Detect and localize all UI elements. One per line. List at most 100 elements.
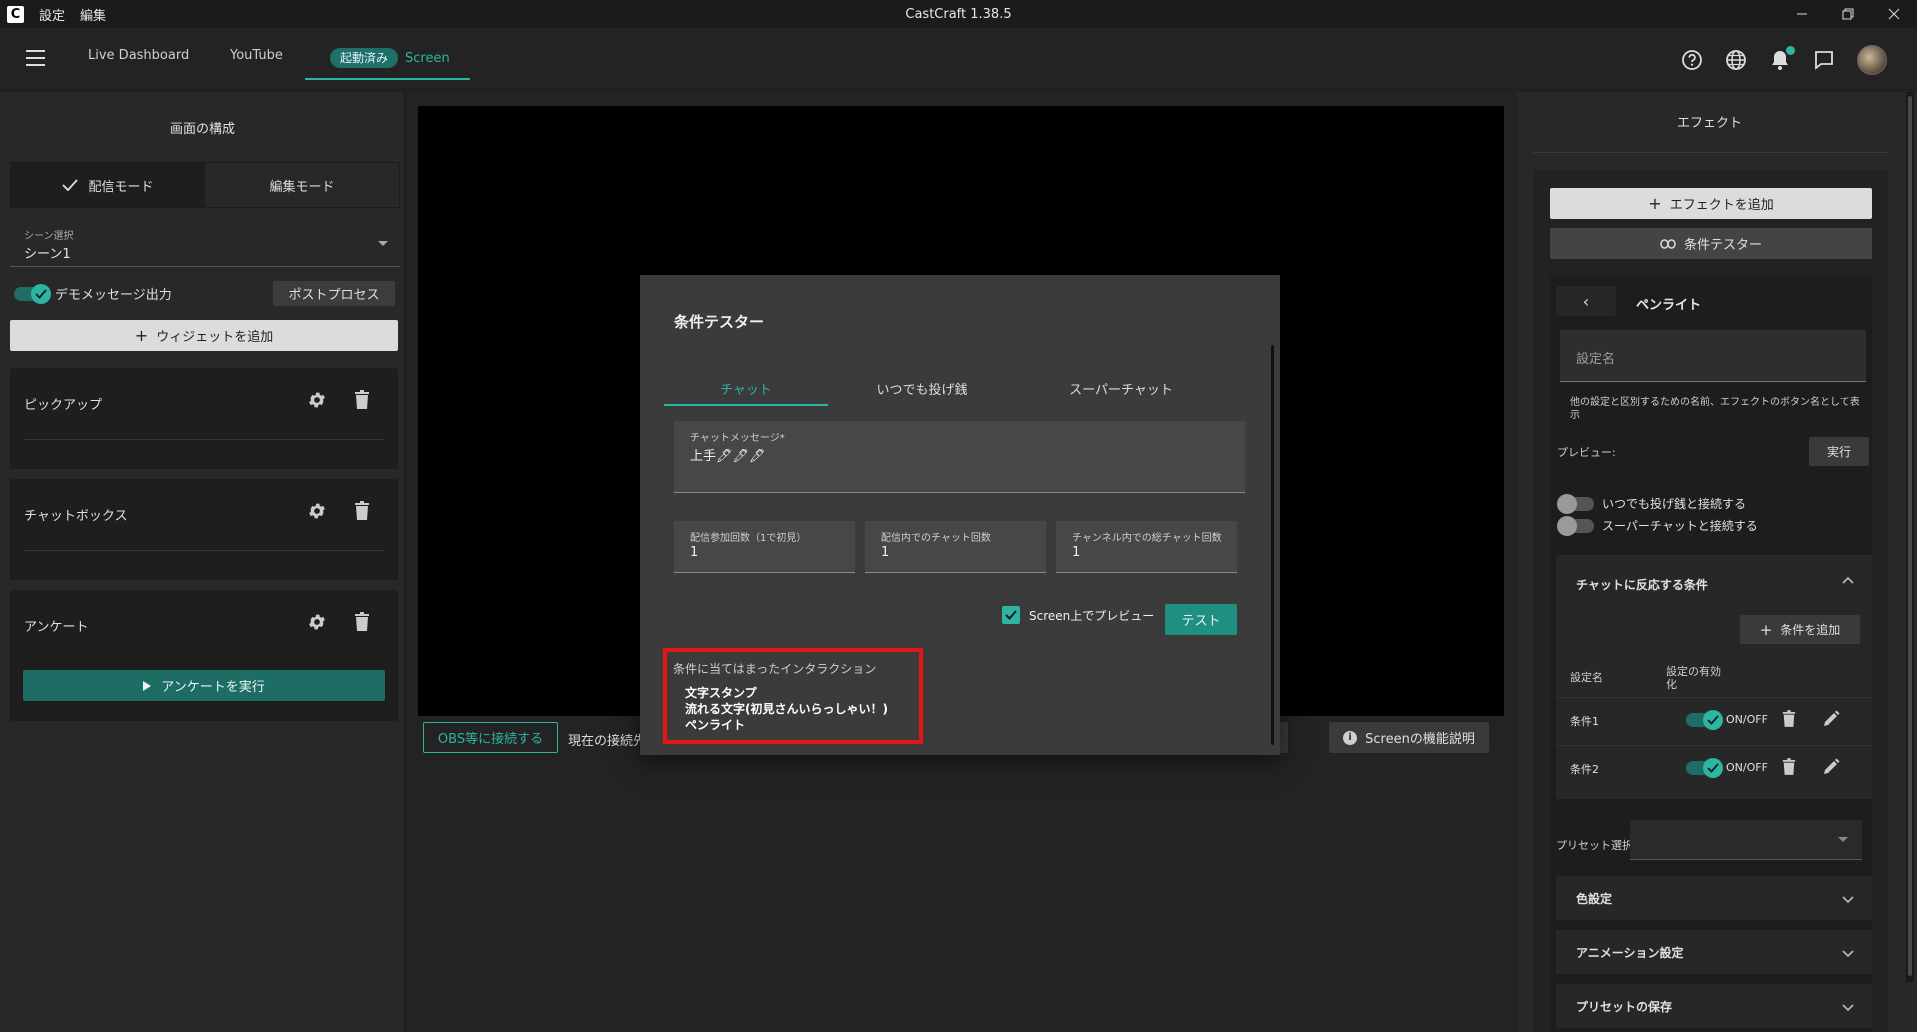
menu-edit[interactable]: 編集 — [80, 5, 106, 24]
add-effect-button[interactable]: + エフェクトを追加 — [1550, 188, 1872, 219]
restore-icon[interactable] — [1825, 0, 1871, 28]
tab-youtube[interactable]: YouTube — [230, 48, 283, 63]
stream-chat-count-field[interactable]: 配信内でのチャット回数 1 — [865, 521, 1046, 573]
matched-item: ペンライト — [685, 718, 746, 732]
gear-icon[interactable] — [307, 390, 327, 410]
plus-icon: + — [1759, 620, 1773, 639]
tab-chat[interactable]: チャット — [664, 379, 828, 398]
chevron-up-icon[interactable] — [1842, 575, 1854, 587]
screen-help-button[interactable]: i Screenの機能説明 — [1329, 722, 1489, 753]
divider — [24, 439, 384, 440]
tab-live-dashboard[interactable]: Live Dashboard — [88, 48, 189, 63]
channel-chat-count-label: チャンネル内での総チャット回数 — [1072, 533, 1222, 544]
edit-mode-button[interactable]: 編集モード — [205, 163, 399, 207]
channel-chat-count-field[interactable]: チャンネル内での総チャット回数 1 — [1056, 521, 1237, 573]
trash-icon[interactable] — [1782, 710, 1796, 728]
scene-select[interactable]: シーン選択 シーン1 — [10, 219, 400, 267]
trash-icon[interactable] — [354, 390, 370, 410]
stream-chat-count-value: 1 — [881, 545, 890, 560]
accordion-animation[interactable]: アニメーション設定 — [1556, 930, 1872, 974]
link-superchat-label: スーパーチャットと接続する — [1602, 519, 1758, 533]
accordion-preset-save[interactable]: プリセットの保存 — [1556, 984, 1872, 1028]
screen-preview-option: Screen上でプレビュー — [1002, 606, 1154, 624]
widget-name: チャットボックス — [24, 509, 128, 524]
stream-mode-button[interactable]: 配信モード — [11, 163, 205, 207]
widget-card-pickup[interactable]: ピックアップ — [10, 368, 398, 469]
chat-message-label: チャットメッセージ* — [690, 433, 785, 444]
right-panel: エフェクト + エフェクトを追加 条件テスター ‹ ペンライト 設定名 他の設定… — [1517, 92, 1917, 1032]
participation-count-field[interactable]: 配信参加回数（1で初見） 1 — [674, 521, 855, 573]
chat-icon[interactable] — [1813, 49, 1835, 71]
chevron-down-icon — [1842, 1004, 1854, 1012]
accordion-color[interactable]: 色設定 — [1556, 876, 1872, 920]
run-preview-button[interactable]: 実行 — [1809, 437, 1869, 466]
title-bar: C 設定 編集 CastCraft 1.38.5 — [0, 0, 1917, 28]
add-condition-button[interactable]: + 条件を追加 — [1740, 615, 1860, 644]
notifications[interactable] — [1769, 46, 1795, 71]
chevron-down-icon — [1842, 950, 1854, 958]
condition-tester-label: 条件テスター — [1683, 238, 1762, 253]
setting-name-helper: 他の設定と区別するための名前、エフェクトのボタン名として表示 — [1570, 397, 1860, 421]
add-effect-label: エフェクトを追加 — [1669, 198, 1774, 213]
column-header-name: 設定名 — [1570, 671, 1603, 684]
link-tip-label: いつでも投げ銭と接続する — [1602, 497, 1747, 511]
tab-screen[interactable]: Screen — [405, 51, 450, 66]
connect-obs-button[interactable]: OBS等に接続する — [423, 722, 558, 753]
gear-icon[interactable] — [307, 501, 327, 521]
postprocess-button[interactable]: ポストプロセス — [273, 281, 395, 306]
menu-settings[interactable]: 設定 — [39, 5, 65, 24]
preset-select[interactable] — [1630, 820, 1862, 860]
chat-message-field[interactable]: チャットメッセージ* 上手🖊🖊🖊 — [674, 421, 1245, 493]
back-button[interactable]: ‹ — [1556, 286, 1616, 316]
link-tip-toggle[interactable] — [1557, 493, 1594, 514]
chat-message-value: 上手🖊🖊🖊 — [690, 449, 766, 464]
dialog-scrollbar[interactable] — [1271, 345, 1274, 745]
stream-mode-label: 配信モード — [88, 179, 154, 195]
app-root: C 設定 編集 CastCraft 1.38.5 Live Dashboard … — [0, 0, 1917, 1032]
participation-count-label: 配信参加回数（1で初見） — [690, 533, 807, 544]
tab-superchat[interactable]: スーパーチャット — [1026, 379, 1216, 398]
setting-name-input[interactable]: 設定名 — [1560, 330, 1866, 382]
dropdown-arrow-icon — [1838, 837, 1848, 842]
widget-card-survey[interactable]: アンケート アンケートを実行 — [10, 590, 398, 721]
check-icon — [1707, 763, 1719, 773]
pencil-icon[interactable] — [1822, 710, 1840, 728]
add-widget-button[interactable]: + ウィジェットを追加 — [10, 320, 398, 351]
chevron-down-icon — [1842, 896, 1854, 904]
toggle-knob — [1557, 515, 1577, 536]
link-superchat-toggle[interactable] — [1557, 515, 1594, 536]
condition-toggle[interactable] — [1686, 710, 1723, 730]
notification-dot — [1786, 46, 1795, 55]
help-icon[interactable] — [1681, 49, 1703, 71]
link-icon — [1660, 238, 1676, 249]
condition-row: 条件1 ON/OFF — [1556, 697, 1872, 741]
trash-icon[interactable] — [354, 612, 370, 632]
run-survey-button[interactable]: アンケートを実行 — [23, 670, 385, 701]
trash-icon[interactable] — [1782, 758, 1796, 776]
panel-title: エフェクト — [1676, 116, 1742, 131]
widget-name: ピックアップ — [24, 398, 103, 413]
scrollbar-thumb[interactable] — [1908, 96, 1912, 976]
dropdown-arrow-icon — [378, 241, 388, 246]
close-icon[interactable] — [1871, 0, 1917, 28]
check-icon — [1707, 715, 1719, 725]
trash-icon[interactable] — [354, 501, 370, 521]
window-controls — [1779, 0, 1917, 28]
hamburger-menu-icon[interactable] — [26, 50, 46, 66]
demo-message-toggle[interactable] — [14, 283, 51, 304]
minimize-icon[interactable] — [1779, 0, 1825, 28]
condition-tester-button[interactable]: 条件テスター — [1550, 228, 1872, 259]
gear-icon[interactable] — [307, 612, 327, 632]
globe-icon[interactable] — [1725, 49, 1747, 71]
pencil-icon[interactable] — [1822, 758, 1840, 776]
test-button[interactable]: テスト — [1165, 604, 1237, 635]
avatar[interactable] — [1857, 45, 1887, 75]
window-title: CastCraft 1.38.5 — [905, 6, 1012, 22]
condition-toggle[interactable] — [1686, 758, 1723, 778]
tab-tip[interactable]: いつでも投げ銭 — [840, 379, 1004, 398]
demo-message-row: デモメッセージ出力 — [14, 283, 172, 304]
screen-preview-label: Screen上でプレビュー — [1029, 608, 1155, 623]
widget-card-chatbox[interactable]: チャットボックス — [10, 479, 398, 580]
screen-preview-checkbox[interactable] — [1002, 606, 1020, 624]
play-icon — [143, 680, 152, 691]
